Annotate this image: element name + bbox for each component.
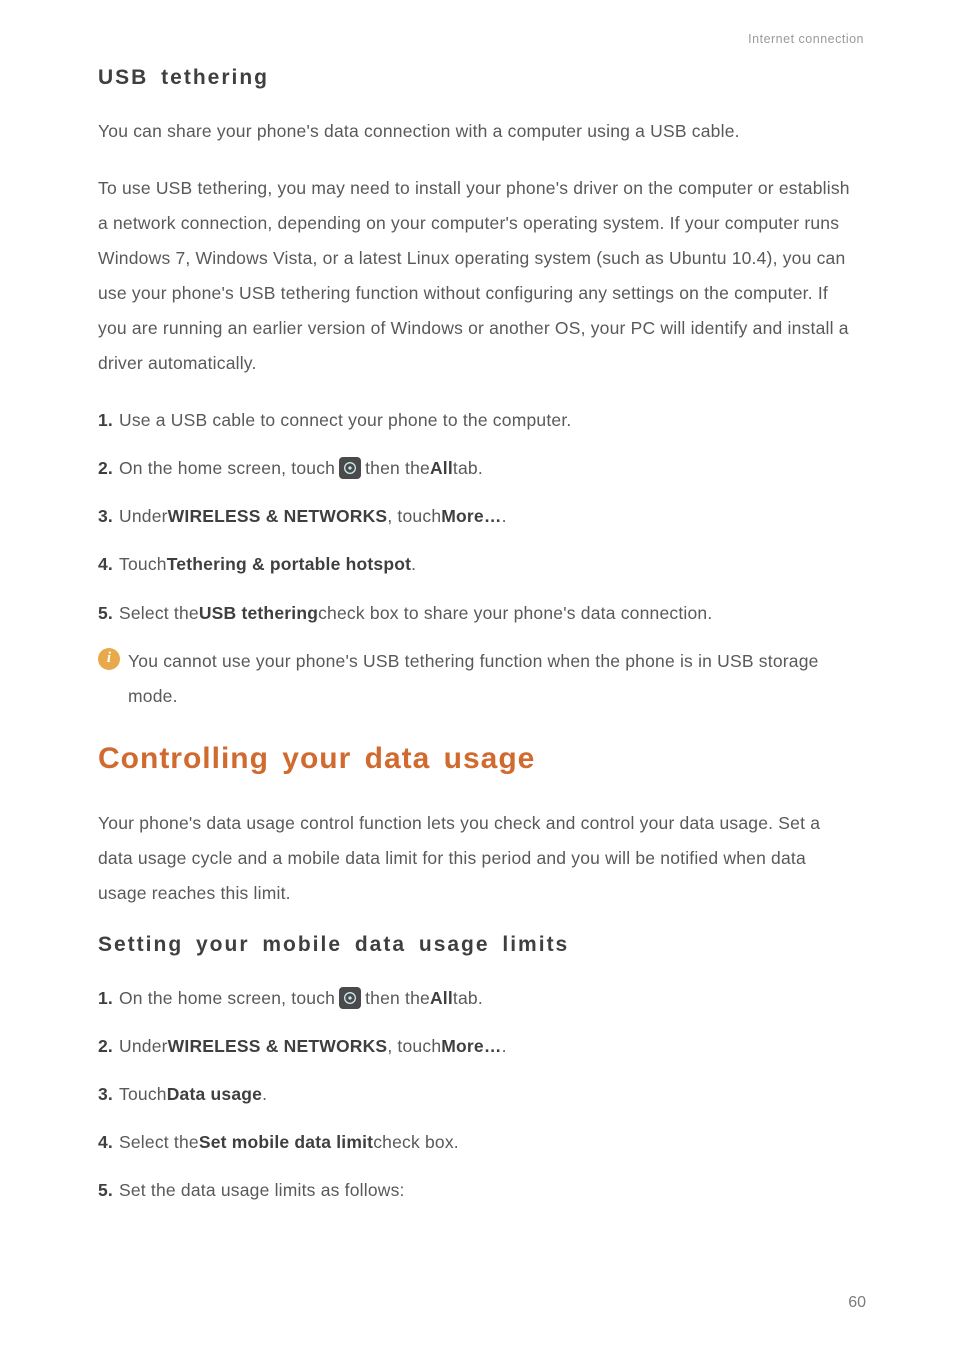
step-text-pre: On the home screen, touch <box>119 451 335 485</box>
step-text-post: . <box>502 1029 507 1063</box>
ui-label-usb-tethering: USB tethering <box>199 596 318 630</box>
step-text-pre: Under <box>119 499 168 533</box>
info-callout: i You cannot use your phone's USB tether… <box>98 644 856 714</box>
step-text-pre: Select the <box>119 1125 199 1159</box>
step-text-pre: Touch <box>119 1077 167 1111</box>
ui-label-more: More… <box>441 499 501 533</box>
du-step-3: 3. Touch Data usage . <box>98 1077 856 1111</box>
step-number: 2. <box>98 451 113 485</box>
step-text: Use a USB cable to connect your phone to… <box>119 403 571 437</box>
ui-label-all: All <box>430 451 453 485</box>
step-number: 3. <box>98 1077 113 1111</box>
step-text-mid: , touch <box>387 1029 441 1063</box>
paragraph-note: To use USB tethering, you may need to in… <box>98 171 856 381</box>
step-number: 5. <box>98 596 113 630</box>
step-number: 3. <box>98 499 113 533</box>
step-text-post1: then the <box>365 451 430 485</box>
document-page: Internet connection USB tethering You ca… <box>0 0 954 1207</box>
ui-label-wireless: WIRELESS & NETWORKS <box>168 499 388 533</box>
step-text-pre: On the home screen, touch <box>119 981 335 1015</box>
step-number: 1. <box>98 981 113 1015</box>
step-text-post: . <box>411 547 416 581</box>
ui-label-set-limit: Set mobile data limit <box>199 1125 373 1159</box>
du-step-4: 4. Select the Set mobile data limit chec… <box>98 1125 856 1159</box>
paragraph-intro: You can share your phone's data connecti… <box>98 114 856 149</box>
paragraph-data-usage-intro: Your phone's data usage control function… <box>98 806 856 911</box>
step-number: 5. <box>98 1173 113 1207</box>
step-text-post2: tab. <box>453 451 483 485</box>
step-2: 2. On the home screen, touch then the Al… <box>98 451 856 485</box>
info-text: You cannot use your phone's USB tetherin… <box>128 644 856 714</box>
step-text-mid: , touch <box>387 499 441 533</box>
step-text-pre: Touch <box>119 547 167 581</box>
step-3: 3. Under WIRELESS & NETWORKS , touch Mor… <box>98 499 856 533</box>
du-step-1: 1. On the home screen, touch then the Al… <box>98 981 856 1015</box>
step-text-post: . <box>262 1077 267 1111</box>
step-text-pre: Under <box>119 1029 168 1063</box>
ui-label-wireless: WIRELESS & NETWORKS <box>168 1029 388 1063</box>
step-number: 4. <box>98 1125 113 1159</box>
step-text-post: check box to share your phone's data con… <box>318 596 712 630</box>
ui-label-data-usage: Data usage <box>167 1077 262 1111</box>
header-section-label: Internet connection <box>98 32 864 46</box>
step-text-post2: tab. <box>453 981 483 1015</box>
step-4: 4. Touch Tethering & portable hotspot . <box>98 547 856 581</box>
page-number: 60 <box>848 1294 866 1312</box>
info-icon: i <box>98 648 120 670</box>
heading-usb-tethering: USB tethering <box>98 66 856 90</box>
step-text-pre: Select the <box>119 596 199 630</box>
du-step-5: 5. Set the data usage limits as follows: <box>98 1173 856 1207</box>
step-text-post1: then the <box>365 981 430 1015</box>
step-number: 2. <box>98 1029 113 1063</box>
heading-controlling-data-usage: Controlling your data usage <box>98 742 856 776</box>
ui-label-all: All <box>430 981 453 1015</box>
step-number: 1. <box>98 403 113 437</box>
ui-label-tethering: Tethering & portable hotspot <box>167 547 411 581</box>
ui-label-more: More… <box>441 1029 501 1063</box>
step-text-post: check box. <box>373 1125 459 1159</box>
step-text-post: . <box>502 499 507 533</box>
settings-icon <box>339 457 361 479</box>
heading-setting-limits: Setting your mobile data usage limits <box>98 933 856 957</box>
step-text: Set the data usage limits as follows: <box>119 1173 405 1207</box>
step-number: 4. <box>98 547 113 581</box>
step-1: 1. Use a USB cable to connect your phone… <box>98 403 856 437</box>
du-step-2: 2. Under WIRELESS & NETWORKS , touch Mor… <box>98 1029 856 1063</box>
step-5: 5. Select the USB tethering check box to… <box>98 596 856 630</box>
settings-icon <box>339 987 361 1009</box>
